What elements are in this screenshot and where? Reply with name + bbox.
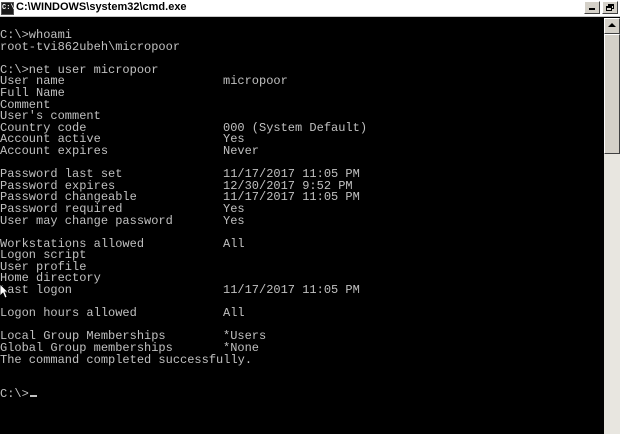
console-line-label: Last logon — [0, 283, 73, 298]
scroll-up-button[interactable] — [604, 18, 620, 34]
console-line-value: 11/17/2017 11:05 PM — [223, 283, 360, 298]
console-line-label: Logon hours allowed — [0, 306, 137, 321]
mouse-pointer-icon — [0, 284, 8, 298]
console-line-value: Never — [223, 143, 260, 158]
scroll-thumb[interactable] — [604, 34, 620, 154]
window-controls — [584, 1, 618, 14]
window-title: C:\WINDOWS\system32\cmd.exe — [16, 1, 187, 13]
minimize-icon — [589, 8, 595, 10]
minimize-button[interactable] — [584, 1, 600, 14]
console-line-value: Yes — [223, 213, 245, 228]
console-line-value: All — [223, 236, 245, 251]
text-cursor — [29, 395, 37, 398]
cmd-window: C:\ C:\WINDOWS\system32\cmd.exe C:\>whoa… — [0, 0, 620, 434]
restore-icon-front — [606, 6, 612, 11]
vertical-scrollbar[interactable] — [604, 18, 620, 434]
console-line-value: micropoor — [223, 74, 288, 89]
console-line-label: The command completed successfully. — [0, 352, 253, 367]
console-line-label: Account expires — [0, 143, 109, 158]
restore-button[interactable] — [602, 1, 618, 14]
console-line-value: All — [223, 306, 245, 321]
console-line-label: root-tvi862ubeh\micropoor — [0, 39, 181, 54]
title-bar[interactable]: C:\ C:\WINDOWS\system32\cmd.exe — [0, 0, 620, 17]
cmd-icon[interactable]: C:\ — [1, 2, 15, 15]
console-line-label: C:\> — [0, 389, 37, 401]
console-line-label: User may change password — [0, 213, 173, 228]
console-output[interactable]: C:\>whoami root-tvi862ubeh\micropoor C:\>n… — [0, 18, 604, 434]
